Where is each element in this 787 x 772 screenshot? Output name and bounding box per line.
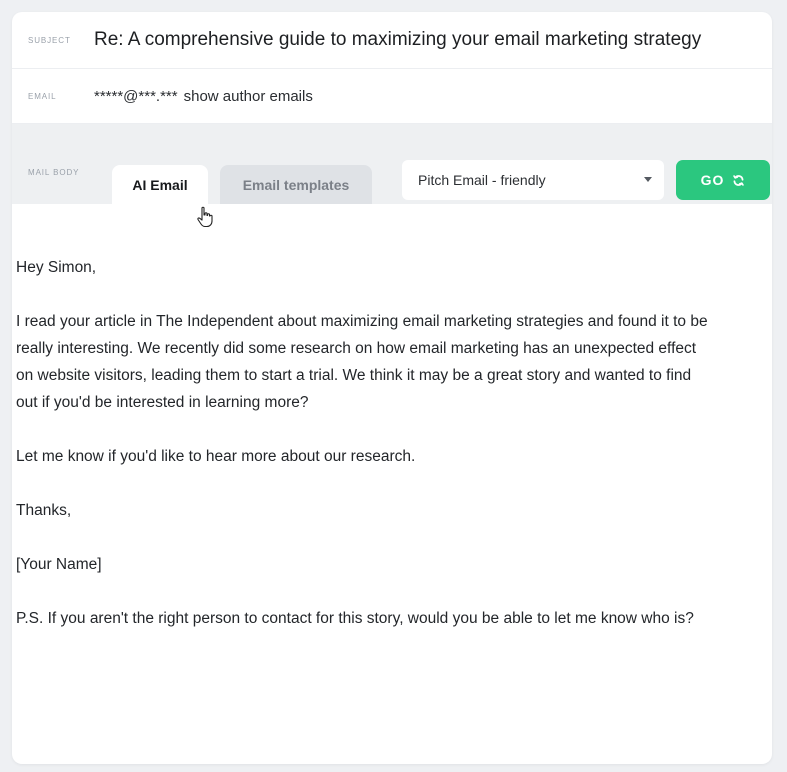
body-paragraph-1: I read your article in The Independent a… [16, 313, 708, 411]
masked-email: *****@***.*** [94, 87, 178, 105]
greeting: Hey Simon, [16, 259, 97, 276]
email-value: *****@***.*** show author emails [94, 88, 313, 105]
subject-label: SUBJECT [28, 35, 71, 45]
go-button-label: GO [700, 172, 725, 188]
template-select[interactable]: Pitch Email - friendly [402, 160, 664, 200]
name-placeholder: [Your Name] [16, 556, 102, 573]
refresh-icon [733, 174, 745, 186]
hand-pointer-cursor-icon [197, 206, 213, 228]
chevron-down-icon [644, 177, 652, 182]
tab-email-templates[interactable]: Email templates [220, 165, 372, 204]
mail-body-toolbar: MAIL BODY AI Email Email templates Pitch… [12, 124, 772, 204]
postscript: P.S. If you aren't the right person to c… [16, 610, 694, 627]
body-paragraph-2: Let me know if you'd like to hear more a… [16, 448, 416, 465]
email-label: EMAIL [28, 91, 57, 101]
show-author-emails-link[interactable]: show author emails [184, 88, 313, 105]
template-select-value: Pitch Email - friendly [418, 172, 546, 188]
go-button[interactable]: GO [676, 160, 770, 200]
signoff: Thanks, [16, 502, 72, 519]
mail-body-label: MAIL BODY [28, 168, 80, 177]
email-row: EMAIL *****@***.*** show author emails [12, 69, 772, 124]
subject-row: SUBJECT Re: A comprehensive guide to max… [12, 12, 772, 69]
subject-field[interactable]: Re: A comprehensive guide to maximizing … [94, 29, 701, 51]
email-body-text[interactable]: Hey Simon, I read your article in The In… [16, 254, 716, 659]
tab-ai-email[interactable]: AI Email [112, 165, 208, 204]
